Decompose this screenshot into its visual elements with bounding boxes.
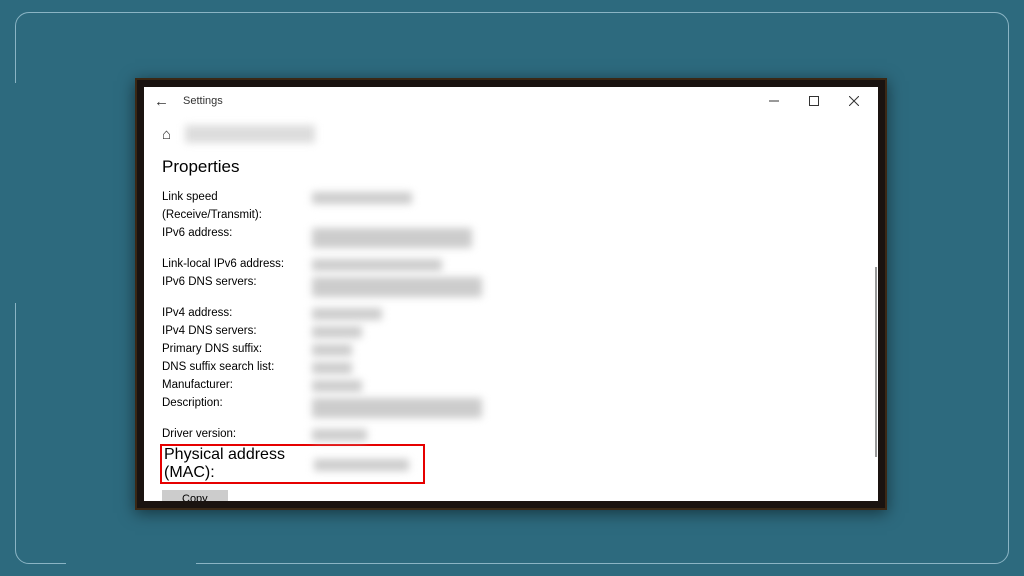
home-icon[interactable]: ⌂: [162, 126, 171, 143]
prop-label: Link speed (Receive/Transmit):: [162, 189, 312, 225]
window-frame: ← Settings ⌂ Properties: [135, 78, 887, 510]
prop-label: IPv6 address:: [162, 225, 312, 243]
prop-driver-version: Driver version:: [162, 426, 860, 444]
physical-address-highlight: Physical address (MAC):: [160, 444, 425, 484]
settings-window: ← Settings ⌂ Properties: [144, 87, 878, 501]
prop-ipv6-address: IPv6 address:: [162, 225, 860, 248]
prop-value-blurred: [312, 344, 352, 356]
prop-value-blurred: [312, 277, 482, 297]
prop-value-blurred: [312, 192, 412, 204]
scrollbar[interactable]: [875, 267, 877, 457]
prop-value-blurred: [312, 259, 442, 271]
prop-label: DNS suffix search list:: [162, 359, 312, 377]
prop-ipv6-dns: IPv6 DNS servers:: [162, 274, 860, 297]
prop-label: Physical address (MAC):: [164, 446, 314, 482]
prop-value-blurred: [312, 308, 382, 320]
prop-value-blurred: [314, 459, 409, 471]
prop-manufacturer: Manufacturer:: [162, 377, 860, 395]
maximize-button[interactable]: [794, 87, 834, 115]
prop-value-blurred: [312, 429, 367, 441]
prop-label: Primary DNS suffix:: [162, 341, 312, 359]
prop-link-local-ipv6: Link-local IPv6 address:: [162, 256, 860, 274]
prop-label: IPv4 address:: [162, 305, 312, 323]
prop-ipv4-address: IPv4 address:: [162, 305, 860, 323]
close-button[interactable]: [834, 87, 874, 115]
window-controls: [754, 87, 874, 115]
prop-label: IPv6 DNS servers:: [162, 274, 312, 292]
prop-value-blurred: [312, 380, 362, 392]
section-title: Properties: [162, 157, 860, 177]
minimize-button[interactable]: [754, 87, 794, 115]
prop-value-blurred: [312, 398, 482, 418]
prop-label: Driver version:: [162, 426, 312, 444]
prop-link-speed: Link speed (Receive/Transmit):: [162, 189, 860, 225]
app-title: Settings: [183, 95, 223, 107]
network-name-blurred: [185, 125, 315, 143]
prop-value-blurred: [312, 326, 362, 338]
titlebar: ← Settings: [144, 87, 878, 115]
prop-primary-dns-suffix: Primary DNS suffix:: [162, 341, 860, 359]
prop-ipv4-dns: IPv4 DNS servers:: [162, 323, 860, 341]
prop-value-blurred: [312, 228, 472, 248]
prop-value-blurred: [312, 362, 352, 374]
prop-label: Link-local IPv6 address:: [162, 256, 312, 274]
prop-label: IPv4 DNS servers:: [162, 323, 312, 341]
back-icon[interactable]: ←: [154, 93, 169, 110]
copy-button[interactable]: Copy: [162, 490, 228, 501]
prop-label: Manufacturer:: [162, 377, 312, 395]
prop-label: Description:: [162, 395, 312, 413]
prop-description: Description:: [162, 395, 860, 418]
prop-dns-suffix-search: DNS suffix search list:: [162, 359, 860, 377]
